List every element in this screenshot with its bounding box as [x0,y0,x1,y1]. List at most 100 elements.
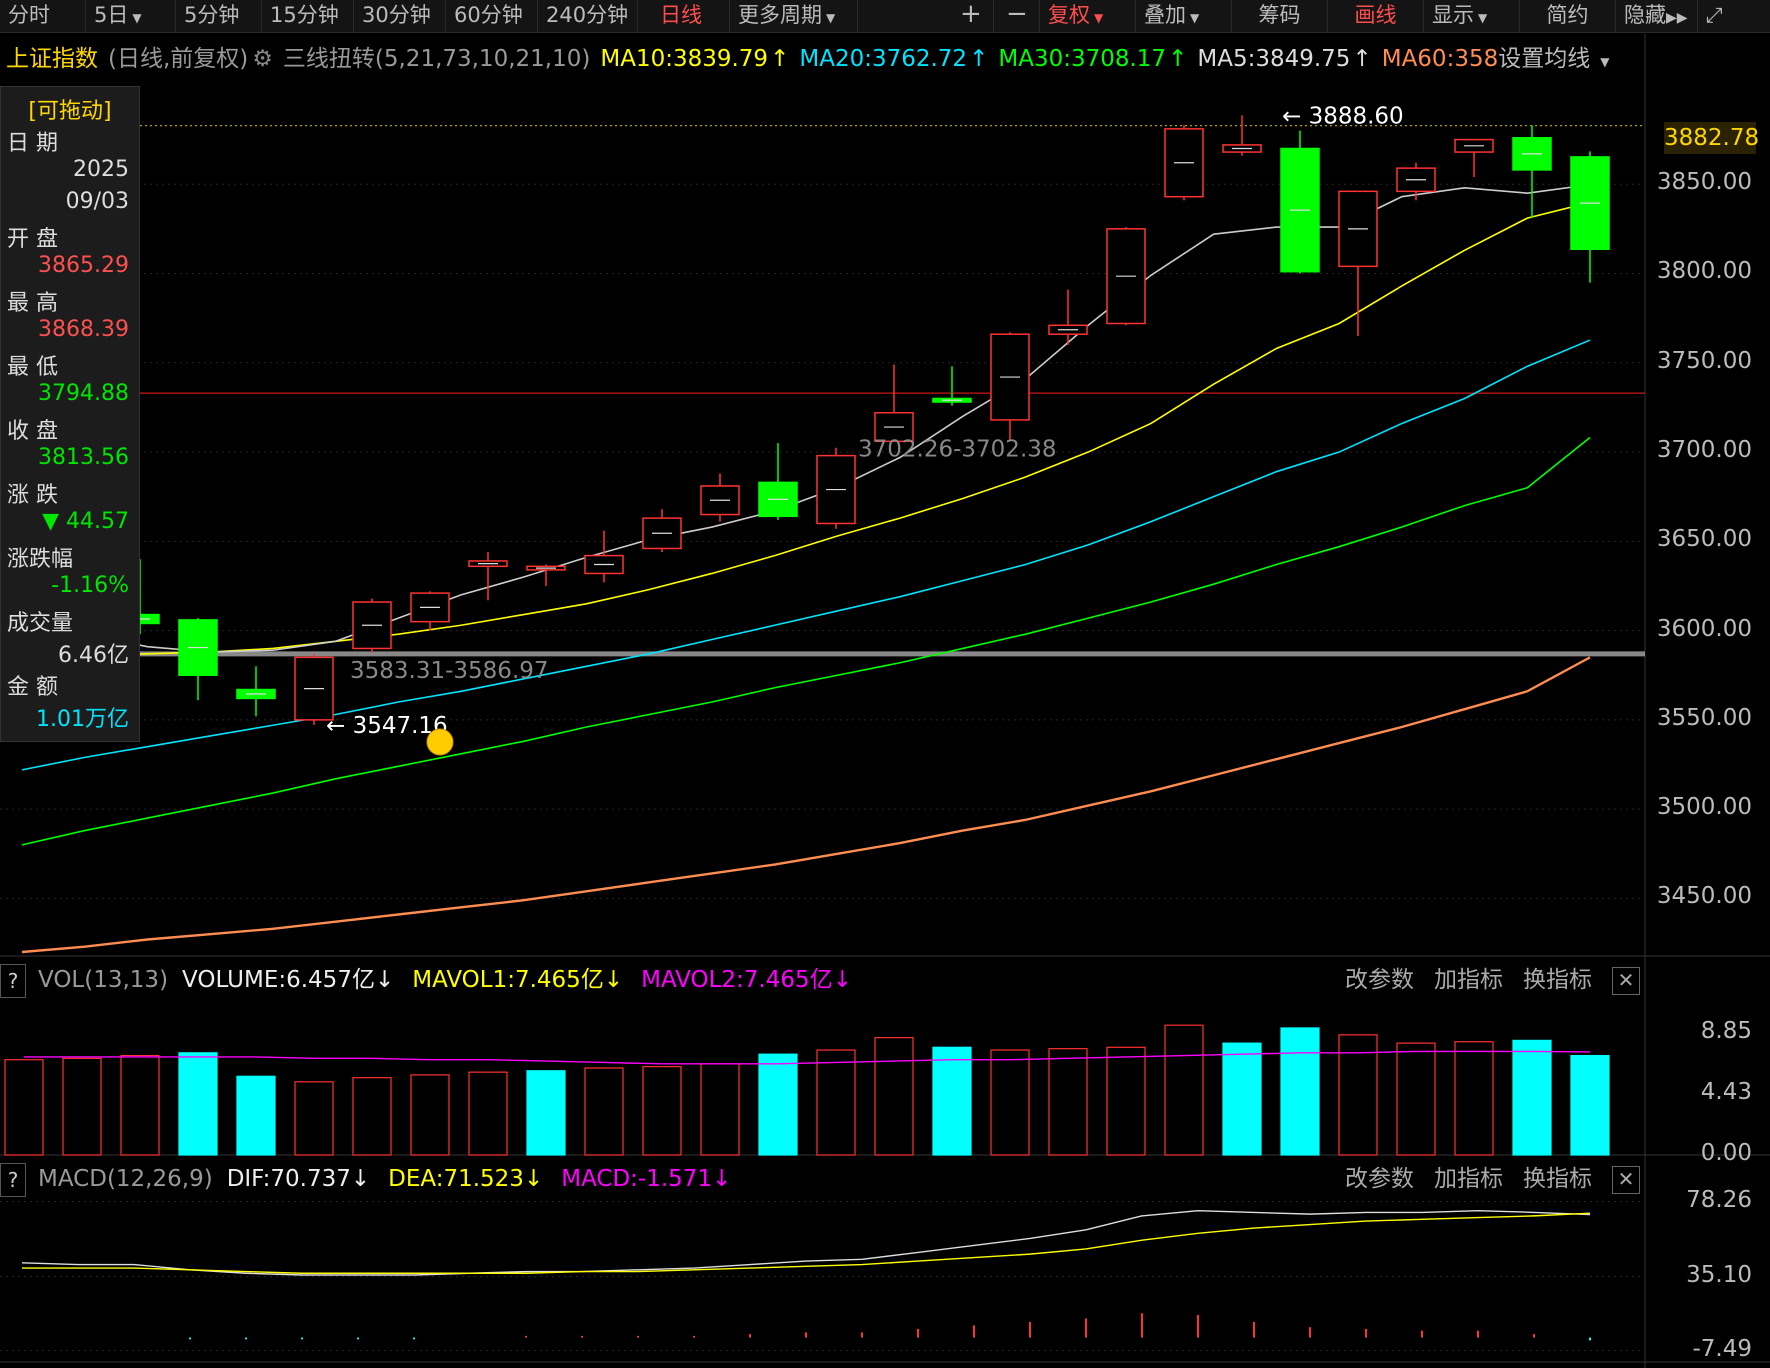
volume-bar [178,1052,218,1156]
volume-tick-label: 0.00 [1700,1140,1752,1166]
add-indicator-button[interactable]: 加指标 [1434,1166,1503,1192]
amount-label: 金 额 [7,675,58,700]
volume-bar [1048,1048,1088,1156]
volume-bar [62,1057,102,1156]
change-value: ▼ 44.57 [42,509,129,534]
pct-value: -1.16% [51,573,129,598]
price-tick-label: 3600.00 [1656,615,1752,642]
volume-bar [120,1054,160,1156]
macd-panel-header: ? MACD(12,26,9) DIF:70.737↓ DEA:71.523↓ MACD… [0,1157,1640,1201]
volume-bar [990,1049,1030,1156]
dea-value: DEA:71.523 [388,1166,524,1192]
close-icon[interactable]: ✕ [1612,966,1640,995]
amount-value: 1.01万亿 [36,707,129,732]
volume-bar [700,1063,740,1156]
mavol1-value: MAVOL1:7.465亿 [412,967,604,993]
data-window-panel[interactable]: [可拖动] 日 期 2025 09/03 开 盘 3865.29 最 高 386… [0,86,140,742]
dea-line [22,1212,1591,1274]
date-value: 09/03 [65,189,129,214]
switch-indicator-button[interactable]: 换指标 [1523,1166,1592,1192]
price-tick-label: 3500.00 [1656,794,1752,821]
volume-panel-header: ? VOL(13,13) VOLUME:6.457亿↓ MAVOL1:7.465亿↓ M… [0,958,1640,1002]
ma20-line [21,339,1591,771]
price-tick-label: 3800.00 [1656,258,1752,285]
macd-indicator-name[interactable]: MACD(12,26,9) [38,1166,213,1192]
price-tick-label: 3650.00 [1656,526,1752,553]
macd-value: MACD:-1.571 [561,1166,713,1192]
ma10-line [21,201,1591,660]
low-label: 最 低 [7,355,58,380]
range-label: 3702.26-3702.38 [858,436,1057,462]
dif-line [21,1209,1591,1276]
price-tick-label: 3450.00 [1656,883,1752,910]
volume-bar [1280,1027,1320,1156]
close-value: 3813.56 [38,445,129,470]
price-tick-label: 3550.00 [1656,704,1752,731]
volume-bar [642,1066,682,1156]
switch-indicator-button[interactable]: 换指标 [1523,967,1592,993]
help-icon[interactable]: ? [0,963,26,998]
smiley-icon [426,728,454,756]
volume-tick-label: 4.43 [1700,1078,1752,1105]
volume-bar [1222,1042,1262,1156]
volume-bar [1106,1046,1146,1156]
year-value: 2025 [73,157,129,182]
arrow-down-icon: ↓ [603,967,624,993]
volume-bar [1512,1039,1552,1156]
volume-bar [1454,1041,1494,1156]
arrow-down-icon: ↓ [832,967,852,993]
close-icon[interactable]: ✕ [1612,1165,1640,1194]
volume-bar [758,1053,798,1156]
macd-tick-label: 35.10 [1686,1261,1752,1288]
range-label: 3583.31-3586.97 [350,658,549,684]
arrow-down-icon: ↓ [712,1166,732,1192]
help-icon[interactable]: ? [0,1162,26,1197]
low-value: 3794.88 [38,381,129,406]
volume-bar [932,1046,972,1156]
volume-bar [1164,1024,1204,1156]
arrow-down-icon: ↓ [523,1166,544,1192]
volume-bar [4,1059,44,1156]
macd-tick-label: 78.26 [1686,1186,1752,1213]
open-label: 开 盘 [7,227,58,252]
volume-bar [410,1074,450,1156]
date-label: 日 期 [7,131,58,156]
macd-tick-label: -7.49 [1692,1335,1752,1362]
volume-value: VOLUME:6.457亿 [182,967,375,993]
volume-bar [1396,1042,1436,1156]
mavol2-value: MAVOL2:7.465亿 [641,967,833,993]
modify-params-button[interactable]: 改参数 [1345,967,1414,993]
modify-params-button[interactable]: 改参数 [1345,1166,1414,1192]
volume-bar [526,1070,566,1156]
close-label: 收 盘 [7,419,58,444]
volume-bar [874,1037,914,1156]
high-value: 3868.39 [38,317,129,342]
dif-value: DIF:70.737 [226,1166,351,1192]
high-label: 最 高 [7,291,58,316]
vol-indicator-name[interactable]: VOL(13,13) [38,967,168,993]
add-indicator-button[interactable]: 加指标 [1434,967,1503,993]
macd-panel-actions: 改参数 加指标 换指标 ✕ [1325,1157,1640,1201]
high-marker-label: ← 3888.60 [1282,103,1404,129]
arrow-down-icon: ↓ [350,1166,371,1192]
vol-panel-actions: 改参数 加指标 换指标 ✕ [1325,958,1640,1002]
volume-bar [816,1049,856,1156]
open-value: 3865.29 [38,253,129,278]
price-tick-label: 3700.00 [1656,437,1752,464]
volume-value: 6.46亿 [58,643,129,668]
volume-bar [294,1081,334,1156]
ma60-line [21,656,1591,954]
current-price-tag: 3882.78 [1664,122,1759,154]
pct-label: 涨跌幅 [7,547,74,572]
volume-bar [236,1075,276,1156]
volume-bar [352,1077,392,1156]
price-tick-label: 3850.00 [1656,169,1752,196]
volume-tick-label: 8.85 [1700,1017,1752,1044]
arrow-down-icon: ↓ [374,967,395,993]
panel-drag-handle[interactable]: [可拖动] [1,93,139,125]
volume-bar [584,1067,624,1156]
volume-bar [468,1071,508,1156]
volume-bar [1570,1054,1610,1156]
price-tick-label: 3750.00 [1656,347,1752,374]
change-label: 涨 跌 [7,483,58,508]
